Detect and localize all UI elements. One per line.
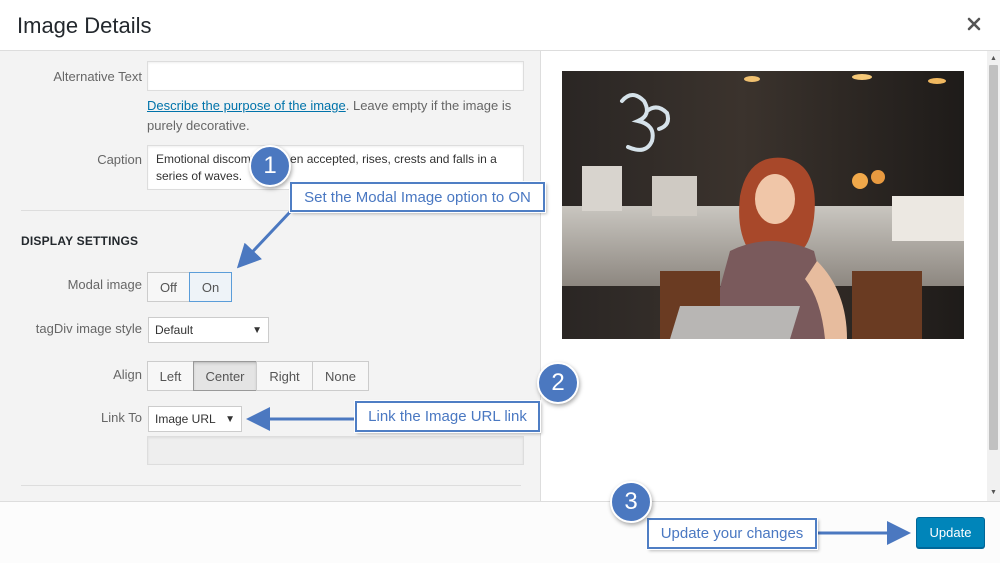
link-to-label: Link To [101,410,142,425]
callout-3: Update your changes [647,518,817,549]
link-url-input[interactable] [147,436,524,465]
display-settings-title: DISPLAY SETTINGS [21,234,139,248]
align-button-group: Left Center Right None [147,361,369,391]
alt-text-help: Describe the purpose of the image. Leave… [147,96,517,136]
link-to-value: Image URL [155,412,216,426]
align-left-button[interactable]: Left [147,361,194,391]
tagdiv-style-value: Default [155,323,194,337]
modal-image-toggle: Off On [147,272,232,302]
divider [21,485,521,486]
align-right-button[interactable]: Right [256,361,313,391]
callout-1: Set the Modal Image option to ON [290,182,545,212]
step-badge-1: 1 [249,145,291,187]
close-icon[interactable] [966,16,982,32]
caret-down-icon: ▼ [252,324,262,336]
scroll-down-icon[interactable]: ▼ [987,487,1000,499]
caret-down-icon: ▼ [225,413,235,425]
caption-label: Caption [97,152,142,167]
scroll-thumb[interactable] [989,65,998,450]
modal-off-button[interactable]: Off [147,272,190,302]
dialog-header: Image Details [0,0,1000,51]
align-label: Align [113,367,142,382]
alt-text-input[interactable] [147,61,524,91]
update-button[interactable]: Update [916,517,985,548]
dialog-title: Image Details [17,13,152,38]
alt-text-label: Alternative Text [53,69,142,84]
callout-2: Link the Image URL link [355,401,540,432]
image-preview-pane [542,51,987,501]
tagdiv-style-select[interactable]: Default ▼ [148,317,269,343]
step-badge-2: 2 [537,362,579,404]
align-none-button[interactable]: None [312,361,369,391]
scrollbar[interactable]: ▲ ▼ [987,51,1000,501]
link-to-select[interactable]: Image URL ▼ [148,406,242,432]
step-badge-3: 3 [610,481,652,523]
align-center-button[interactable]: Center [193,361,257,391]
describe-purpose-link[interactable]: Describe the purpose of the image [147,98,346,113]
image-preview [562,71,964,339]
modal-on-button[interactable]: On [189,272,232,302]
tagdiv-style-label: tagDiv image style [35,321,142,336]
dialog-footer [0,501,1000,563]
attachment-settings-pane: Alternative Text Describe the purpose of… [0,51,541,501]
modal-image-label: Modal image [67,277,142,292]
scroll-up-icon[interactable]: ▲ [987,53,1000,65]
